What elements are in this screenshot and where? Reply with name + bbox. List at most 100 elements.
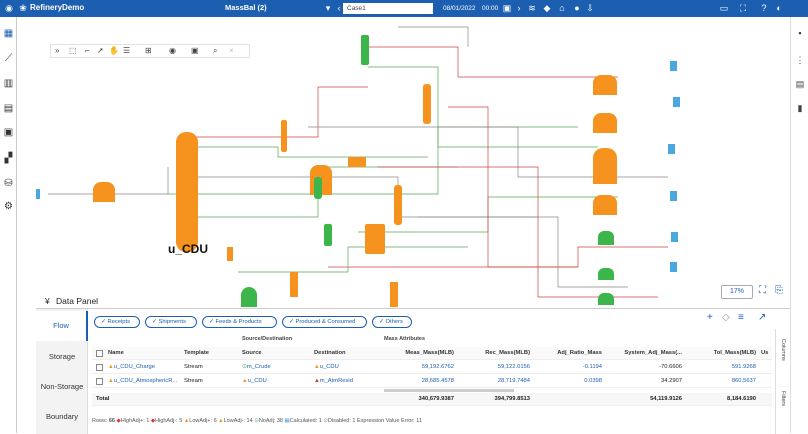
product-tank-6[interactable]: [670, 262, 677, 272]
select-all-checkbox[interactable]: [96, 350, 103, 357]
window-icon[interactable]: ▭: [718, 2, 730, 14]
tab-flow[interactable]: Flow: [36, 311, 88, 341]
data-panel-header[interactable]: ¥ Data Panel: [37, 296, 790, 308]
fullscreen-icon[interactable]: ⛶: [737, 2, 749, 14]
export-icon[interactable]: ⎘: [775, 285, 783, 296]
no-adj[interactable]: NoAdj: 38: [259, 418, 283, 424]
low-adj-plus[interactable]: LowAdj+: 6: [189, 418, 216, 424]
connect-icon[interactable]: ⌐: [85, 46, 90, 55]
product-tank-3[interactable]: [668, 144, 675, 154]
report-icon[interactable]: ▥: [3, 78, 14, 89]
col-name[interactable]: Name: [108, 347, 178, 360]
run-icon[interactable]: ●: [571, 2, 583, 14]
time-field[interactable]: 00:00: [478, 3, 498, 14]
date-field[interactable]: 08/01/2022: [439, 3, 476, 14]
horizontal-scrollbar[interactable]: [384, 389, 514, 392]
unit-cdhds[interactable]: [423, 84, 431, 124]
add-icon[interactable]: +: [707, 312, 713, 323]
align-icon[interactable]: ☰: [123, 46, 130, 55]
tab-non-storage[interactable]: Non-Storage: [36, 372, 88, 402]
trend-tool-icon[interactable]: ⟋: [3, 53, 14, 64]
tank-fuel-oil[interactable]: [598, 268, 614, 280]
row-tol[interactable]: 591.9268: [686, 361, 756, 374]
row-destination[interactable]: ▲u_CDU: [314, 361, 380, 374]
pointer-icon[interactable]: ➚: [97, 46, 104, 55]
tank-jet[interactable]: [593, 195, 617, 215]
unit-lsfo[interactable]: [314, 177, 322, 199]
tank-butane[interactable]: [593, 113, 617, 133]
download-icon[interactable]: ⇩: [584, 2, 596, 14]
row-source[interactable]: ▲u_CDU: [242, 375, 312, 388]
pan-icon[interactable]: ✋: [109, 46, 119, 55]
col-us[interactable]: Us: [761, 347, 771, 360]
tank-gasoline[interactable]: [593, 148, 617, 184]
calculated[interactable]: Calculated: 1: [290, 418, 322, 424]
col-tol-mass[interactable]: Tol_Mass(MLB): [686, 347, 756, 360]
row-source[interactable]: ⊙m_Crude: [242, 361, 312, 374]
search-icon[interactable]: ⌕: [213, 46, 217, 56]
tank-tool-icon[interactable]: ▤: [3, 103, 14, 114]
tab-boundary[interactable]: Boundary: [36, 402, 88, 432]
high-adj[interactable]: HighAdj-: 5: [155, 418, 182, 424]
product-tank-1[interactable]: [670, 61, 677, 71]
table-row[interactable]: ▲u_CDU_Charge Stream ⊙m_Crude ▲u_CDU 59,…: [92, 361, 772, 374]
next-case-icon[interactable]: ›: [513, 2, 525, 14]
bookmark-icon[interactable]: ▮: [795, 103, 805, 113]
diagram-icon[interactable]: ▦: [3, 28, 14, 39]
product-tank-5[interactable]: [671, 232, 678, 242]
flow-diagram-canvas[interactable]: » ⬚ ⌐ ➚ ✋ ☰ ⊞ ◉ ▣ ⌕ × u_CDU: [18, 17, 790, 307]
collapse-icon[interactable]: ▪: [795, 28, 805, 38]
copy-icon[interactable]: ▣: [191, 46, 199, 55]
chip-feeds-products[interactable]: ✓ Feeds & Products: [202, 316, 277, 328]
tab-storage[interactable]: Storage: [36, 342, 88, 372]
row-checkbox[interactable]: [96, 364, 103, 371]
tank-diesel[interactable]: [598, 231, 614, 245]
collapse-panel-icon[interactable]: ¥: [45, 296, 50, 306]
unit-gfp[interactable]: [281, 120, 287, 152]
row-name[interactable]: ▲u_CDU_Charge: [108, 361, 180, 374]
unit-cr[interactable]: [394, 185, 402, 225]
col-destination[interactable]: Destination: [314, 347, 380, 360]
expand-icon[interactable]: »: [55, 46, 59, 55]
user-icon[interactable]: ◐: [773, 2, 785, 14]
cdu-column[interactable]: [176, 132, 198, 252]
col-source[interactable]: Source: [242, 347, 312, 360]
crude-tank[interactable]: [93, 182, 115, 202]
unit-fcc[interactable]: [365, 224, 385, 254]
column-settings-icon[interactable]: ≡: [738, 312, 744, 323]
clear-search-icon[interactable]: ×: [229, 46, 234, 55]
expression-error[interactable]: Expression Value Error: 11: [357, 418, 422, 424]
help-icon[interactable]: ?: [758, 2, 770, 14]
view-icon[interactable]: ◉: [169, 46, 176, 55]
unit-merox[interactable]: [324, 224, 332, 246]
col-adj-ratio[interactable]: Adj_Ratio_Mass: [536, 347, 602, 360]
low-adj[interactable]: LowAdj-: 14: [224, 418, 253, 424]
crude-feed-tank[interactable]: [36, 189, 40, 199]
model-selector[interactable]: MassBal (2): [225, 3, 267, 12]
col-system-adj[interactable]: System_Adj_Mass(...: [606, 347, 682, 360]
table-row[interactable]: ▲u_CDU_AtmosphericR... Stream ▲u_CDU ▲m_…: [92, 375, 772, 388]
settings-icon[interactable]: ⚙: [3, 201, 14, 212]
unit-fgs[interactable]: [361, 35, 369, 65]
list-icon[interactable]: ⋮: [795, 55, 805, 65]
row-checkbox[interactable]: [96, 378, 103, 385]
chart-icon[interactable]: ≋: [526, 2, 538, 14]
product-tank-2[interactable]: [673, 97, 680, 107]
sheet-icon[interactable]: ▣: [3, 127, 14, 138]
fit-view-icon[interactable]: ⛶: [759, 285, 766, 296]
chip-shipments[interactable]: ✓ Shipments: [145, 316, 197, 328]
case-selector[interactable]: Case1: [343, 3, 433, 14]
filter-icon[interactable]: ◆: [541, 2, 553, 14]
row-name[interactable]: ▲u_CDU_AtmosphericR...: [108, 375, 180, 388]
columns-tab[interactable]: Columns: [780, 339, 786, 361]
row-meas[interactable]: 59,192.6762: [384, 361, 454, 374]
calendar-icon[interactable]: ▣: [501, 2, 513, 14]
filters-tab[interactable]: Filters: [780, 391, 786, 406]
app-menu-icon[interactable]: ◉: [3, 2, 15, 14]
disabled[interactable]: Disabled: 1: [328, 418, 356, 424]
col-meas-mass[interactable]: Meas_Mass(MLB): [384, 347, 454, 360]
open-external-icon[interactable]: ↗: [758, 312, 766, 323]
product-tank-4[interactable]: [670, 191, 677, 201]
row-meas[interactable]: 28,685.4578: [384, 375, 454, 388]
chip-receipts[interactable]: ✓ Receipts: [94, 316, 140, 328]
